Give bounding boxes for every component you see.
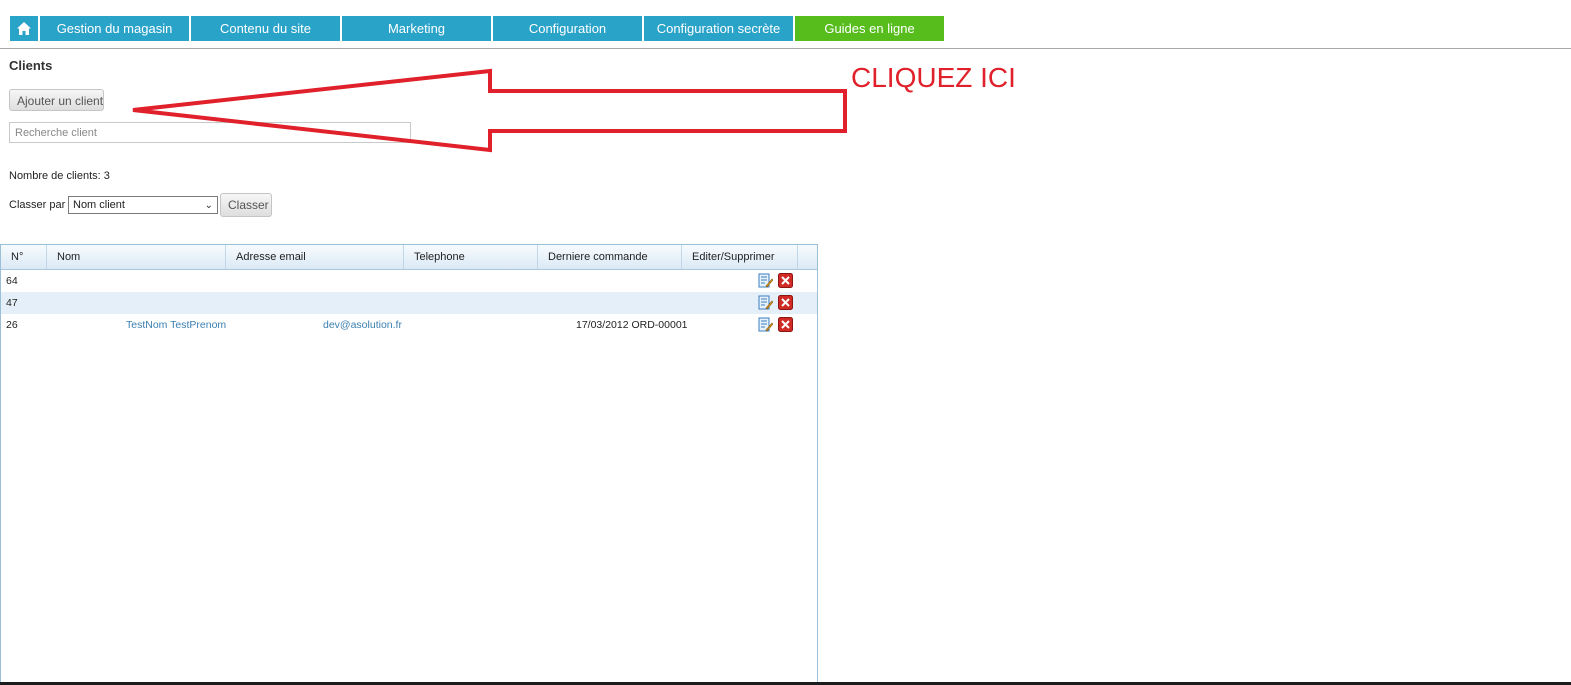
column-header-phone[interactable]: Telephone [404,245,538,269]
table-header: N° Nom Adresse email Telephone Derniere … [1,245,817,270]
tab-marketing[interactable]: Marketing [342,16,491,41]
clients-table: N° Nom Adresse email Telephone Derniere … [0,244,818,685]
edit-icon[interactable] [758,295,773,310]
row-id: 26 [6,319,18,331]
delete-icon[interactable] [778,273,793,288]
tab-configuration-secrete[interactable]: Configuration secrète [644,16,793,41]
client-count: Nombre de clients: 3 [9,170,110,182]
home-icon [17,22,31,35]
tab-configuration[interactable]: Configuration [493,16,642,41]
delete-icon[interactable] [778,295,793,310]
sort-button[interactable]: Classer [220,193,272,217]
table-row: 47 [1,292,817,314]
column-header-actions: Editer/Supprimer [682,245,798,269]
client-search-input[interactable] [9,122,411,143]
sort-select[interactable]: Nom client ⌄ [68,196,218,214]
column-header-name[interactable]: Nom [47,245,226,269]
annotation-text: CLIQUEZ ICI [851,62,1016,93]
row-name[interactable]: TestNom TestPrenom [126,319,226,331]
row-last-order: 17/03/2012 ORD-00001 [576,319,688,331]
tab-contenu-du-site[interactable]: Contenu du site [191,16,340,41]
delete-icon[interactable] [778,317,793,332]
tab-gestion-du-magasin[interactable]: Gestion du magasin [40,16,189,41]
chevron-down-icon: ⌄ [204,200,213,211]
column-header-number[interactable]: N° [1,245,47,269]
sort-select-value: Nom client [73,199,125,211]
tab-guides-en-ligne[interactable]: Guides en ligne [795,16,944,41]
table-row: 26 TestNom TestPrenom dev@asolution.fr 1… [1,314,817,336]
nav-divider [0,48,1571,49]
row-id: 64 [6,275,18,287]
edit-icon[interactable] [758,273,773,288]
main-nav: Gestion du magasin Contenu du site Marke… [10,16,946,41]
add-client-button[interactable]: Ajouter un client [9,89,104,111]
page-title: Clients [9,58,53,73]
row-email[interactable]: dev@asolution.fr [323,319,402,331]
table-row: 64 [1,270,817,292]
column-header-email[interactable]: Adresse email [226,245,404,269]
column-header-last-order[interactable]: Derniere commande [538,245,682,269]
sort-label: Classer par [9,199,66,211]
edit-icon[interactable] [758,317,773,332]
home-button[interactable] [10,16,38,41]
row-id: 47 [6,297,18,309]
